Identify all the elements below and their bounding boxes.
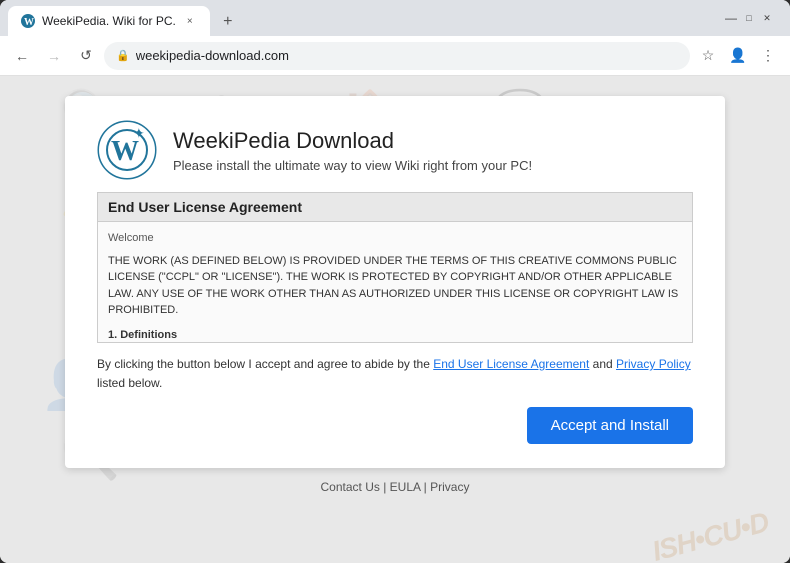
main-card: W ✦ WeekiPedia Download Please install t… bbox=[65, 96, 725, 468]
svg-text:W: W bbox=[24, 17, 34, 28]
watermark: ISH•CU•D bbox=[649, 506, 772, 563]
app-title: WeekiPedia Download bbox=[173, 128, 532, 154]
btn-row: Accept and Install bbox=[97, 407, 693, 444]
app-logo: W ✦ bbox=[97, 120, 157, 180]
app-title-section: WeekiPedia Download Please install the u… bbox=[173, 128, 532, 173]
accept-install-button[interactable]: Accept and Install bbox=[527, 407, 693, 444]
tab-title: WeekiPedia. Wiki for PC. bbox=[42, 14, 176, 28]
window-controls: — □ ✕ bbox=[724, 11, 774, 25]
address-bar[interactable]: 🔒 bbox=[104, 42, 690, 70]
consent-text: By clicking the button below I accept an… bbox=[97, 355, 693, 393]
footer-privacy-link[interactable]: Privacy bbox=[430, 480, 469, 494]
back-button[interactable]: ← bbox=[8, 42, 36, 70]
lock-icon: 🔒 bbox=[116, 49, 130, 62]
consent-before: By clicking the button below I accept an… bbox=[97, 357, 433, 371]
svg-text:✦: ✦ bbox=[133, 125, 145, 141]
tabs-bar: W WeekiPedia. Wiki for PC. × + bbox=[8, 0, 724, 36]
tab-favicon: W bbox=[20, 13, 36, 29]
bookmark-button[interactable]: ☆ bbox=[694, 42, 722, 70]
app-subtitle: Please install the ultimate way to view … bbox=[173, 158, 532, 173]
browser-window: W WeekiPedia. Wiki for PC. × + — □ ✕ ← →… bbox=[0, 0, 790, 563]
eula-body-text: THE WORK (AS DEFINED BELOW) IS PROVIDED … bbox=[108, 253, 682, 319]
footer-eula-link[interactable]: EULA bbox=[390, 480, 421, 494]
eula-container: End User License Agreement Welcome THE W… bbox=[97, 192, 693, 343]
app-header: W ✦ WeekiPedia Download Please install t… bbox=[97, 120, 693, 180]
page-content: 🔍 ⚙ 🏠 💬 📷 🔔 💬 📶 👤 ⚙ 🏠 🔍 W bbox=[0, 76, 790, 563]
reload-button[interactable]: ↺ bbox=[72, 42, 100, 70]
close-window-button[interactable]: ✕ bbox=[760, 11, 774, 25]
nav-bar: ← → ↺ 🔒 ☆ 👤 ⋮ bbox=[0, 36, 790, 76]
eula-section1-title: 1. Definitions bbox=[108, 327, 682, 343]
profile-button[interactable]: 👤 bbox=[724, 42, 752, 70]
eula-scroll-area[interactable]: Welcome THE WORK (AS DEFINED BELOW) IS P… bbox=[98, 222, 692, 342]
minimize-button[interactable]: — bbox=[724, 11, 738, 25]
more-button[interactable]: ⋮ bbox=[754, 42, 782, 70]
new-tab-button[interactable]: + bbox=[214, 8, 242, 36]
page-footer: Contact Us | EULA | Privacy bbox=[321, 480, 470, 494]
eula-link[interactable]: End User License Agreement bbox=[433, 357, 589, 371]
consent-after: listed below. bbox=[97, 376, 162, 390]
eula-welcome: Welcome bbox=[108, 230, 682, 247]
active-tab[interactable]: W WeekiPedia. Wiki for PC. × bbox=[8, 6, 210, 36]
footer-contact-link[interactable]: Contact Us bbox=[321, 480, 380, 494]
tab-close-button[interactable]: × bbox=[182, 13, 198, 29]
maximize-button[interactable]: □ bbox=[742, 11, 756, 25]
title-bar: W WeekiPedia. Wiki for PC. × + — □ ✕ bbox=[0, 0, 790, 36]
footer-sep2: | bbox=[420, 480, 430, 494]
eula-title: End User License Agreement bbox=[98, 193, 692, 222]
forward-button[interactable]: → bbox=[40, 42, 68, 70]
footer-sep1: | bbox=[380, 480, 390, 494]
consent-middle: and bbox=[589, 357, 616, 371]
privacy-link[interactable]: Privacy Policy bbox=[616, 357, 691, 371]
address-input[interactable] bbox=[136, 48, 678, 63]
nav-actions: ☆ 👤 ⋮ bbox=[694, 42, 782, 70]
